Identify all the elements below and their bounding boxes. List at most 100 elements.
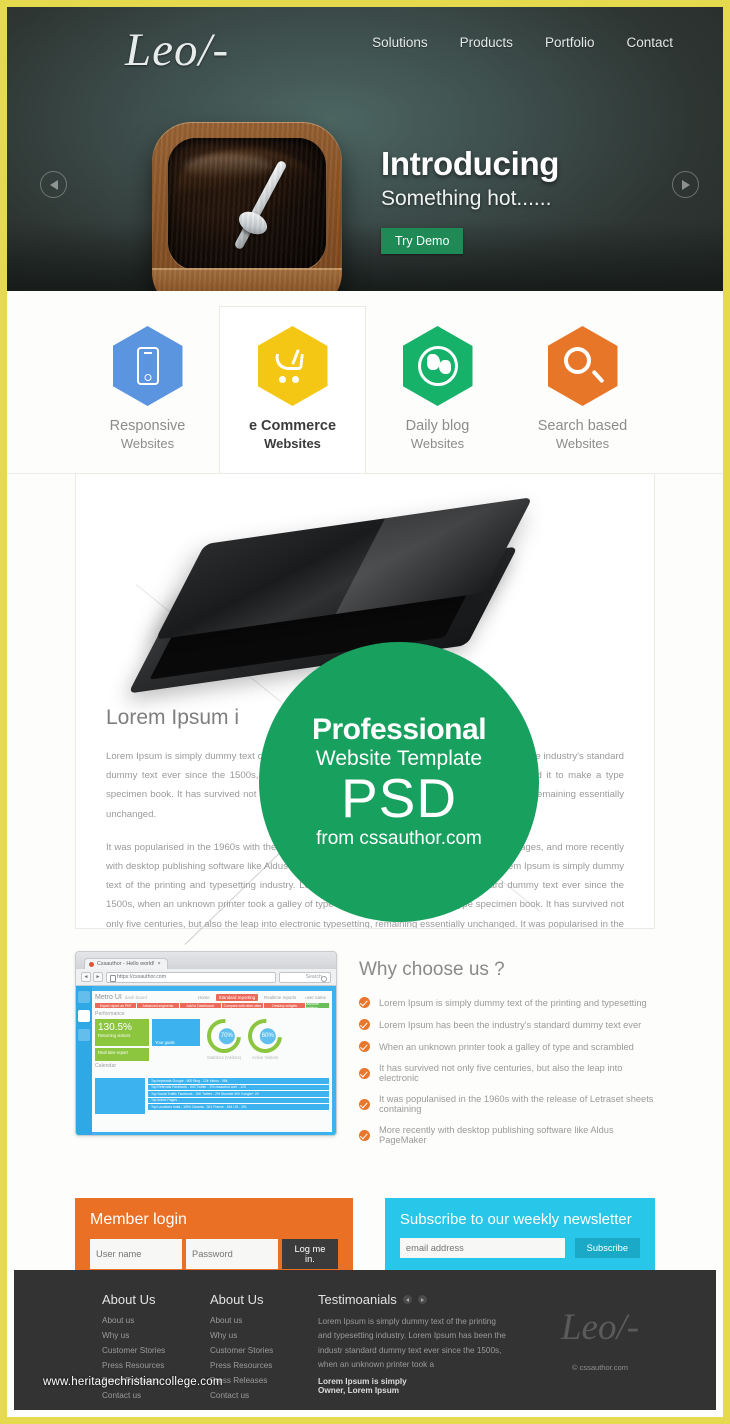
nav-item-portfolio[interactable]: Portfolio: [545, 35, 595, 50]
testimonial-next-icon: [420, 1297, 424, 1302]
psd-line-1: Professional: [311, 712, 487, 746]
stats-row: Top Referrals Facebook - 600 Twitter - 2…: [148, 1084, 329, 1090]
footer-link[interactable]: Why us: [102, 1331, 210, 1340]
browser-search-field[interactable]: Search: [279, 971, 331, 983]
globe-icon: [417, 346, 458, 386]
browser-tab-title: Cssauthor - Hello world!: [97, 961, 155, 967]
goals-card: Your goals: [152, 1019, 200, 1046]
ring2-value: 60%: [259, 1028, 276, 1045]
browser-url-field[interactable]: https://cssauthor.com: [106, 971, 276, 983]
ring2-label: Active Visitors: [251, 1055, 279, 1060]
feature-card-responsive[interactable]: Responsive Websites: [75, 307, 220, 473]
slider-next-button[interactable]: [672, 171, 699, 198]
dashboard-menu-realtime[interactable]: Realtime reports: [261, 994, 299, 1001]
footer-link[interactable]: Press Releases: [210, 1376, 318, 1385]
dashboard-menu-home[interactable]: Home: [195, 994, 213, 1001]
testimonial-prev-button[interactable]: [402, 1295, 412, 1304]
email-input[interactable]: [399, 1238, 565, 1258]
toolbar-item[interactable]: Advanced segments: [137, 1003, 179, 1008]
overlay-watermark-text: www.heritagechristiancollege.com: [43, 1376, 223, 1388]
sidebar-icon-widgets[interactable]: [78, 1029, 90, 1041]
feature-subtitle: Websites: [410, 436, 465, 451]
check-icon: [359, 1098, 370, 1110]
toolbar-item[interactable]: Desktop widgets: [264, 1003, 306, 1008]
footer-link[interactable]: Contact us: [210, 1391, 318, 1400]
footer-link[interactable]: Press Resources: [102, 1361, 210, 1370]
psd-watermark-badge: Professional Website Template PSD from c…: [259, 642, 539, 922]
nav-item-products[interactable]: Products: [460, 35, 513, 50]
sidebar-icon-monitor[interactable]: [78, 1010, 90, 1022]
footer-link[interactable]: Customer Stories: [102, 1346, 210, 1355]
login-button[interactable]: Log me in.: [282, 1239, 338, 1269]
toolbar-item[interactable]: Export report as PDF: [95, 1003, 137, 1008]
footer-link[interactable]: Press Resources: [210, 1361, 318, 1370]
nav-item-contact[interactable]: Contact: [626, 35, 673, 50]
close-icon[interactable]: ×: [158, 961, 161, 967]
check-icon: [359, 1041, 370, 1052]
app-icon-image: [152, 122, 342, 291]
feature-card-blog[interactable]: Daily blog Websites: [365, 307, 510, 473]
calendar-label: Calendar: [95, 1063, 117, 1069]
check-icon: [359, 997, 370, 1008]
metric-value-block: 130.5% Returning visitors: [95, 1019, 149, 1046]
psd-line-3: PSD: [340, 767, 458, 830]
testimonial-author-role: Owner, Lorem Ipsum: [318, 1386, 399, 1396]
username-input[interactable]: [90, 1239, 182, 1269]
stats-row: Top Locations India - 1594 Canada - 301 …: [148, 1104, 329, 1110]
feature-hex-search: [547, 326, 618, 406]
psd-line-4: from cssauthor.com: [316, 828, 482, 850]
toolbar-item[interactable]: Compare with other sites: [221, 1003, 264, 1008]
dashboard-toolbar: Export report as PDF Advanced segments A…: [95, 1002, 330, 1010]
goals-label: Your goals: [155, 1040, 175, 1045]
nav-item-solutions[interactable]: Solutions: [372, 35, 428, 50]
feature-subtitle: Websites: [120, 436, 175, 451]
footer-col2-heading: About Us: [210, 1292, 264, 1307]
footer-link[interactable]: About us: [102, 1316, 210, 1325]
password-input[interactable]: [186, 1239, 278, 1269]
testimonial-next-button[interactable]: [417, 1295, 427, 1304]
feature-hex-responsive: [112, 326, 183, 406]
hero-text: Introducing Something hot...... Try Demo: [381, 145, 560, 255]
subscribe-button[interactable]: Subscribe: [574, 1238, 640, 1258]
dashboard-cards: 130.5% Returning visitors Real time repo…: [95, 1012, 329, 1061]
ring-chart-active: 60% Active Visitors: [241, 1012, 289, 1060]
dashboard-user[interactable]: user name: [302, 994, 329, 1001]
stats-row: Top keywords Google - 600 Bing - 12k Yah…: [148, 1078, 329, 1084]
footer-link[interactable]: Contact us: [102, 1391, 210, 1400]
prev-arrow-icon: [49, 179, 58, 190]
feature-title: Search based: [537, 418, 628, 434]
list-item: More recently with desktop publishing so…: [359, 1125, 655, 1145]
slider-prev-button[interactable]: [40, 171, 67, 198]
browser-nav-buttons: ◄ ►: [81, 972, 103, 982]
feature-card-search[interactable]: Search based Websites: [510, 307, 655, 473]
browser-tab[interactable]: Cssauthor - Hello world! ×: [84, 958, 168, 969]
site-logo[interactable]: Leo/-: [125, 23, 229, 77]
account-settings-button[interactable]: Account settings: [306, 1002, 330, 1010]
feature-hex-blog: [402, 326, 473, 406]
dashboard-header: Metro UI dash board Home Standard report…: [95, 994, 329, 1001]
why-item-text: Lorem Ipsum is simply dummy text of the …: [379, 997, 647, 1008]
list-item: When an unknown printer took a galley of…: [359, 1041, 655, 1052]
why-choose-block: Why choose us ? Lorem Ipsum is simply du…: [359, 951, 655, 1156]
footer-link[interactable]: Why us: [210, 1331, 318, 1340]
feature-card-ecommerce[interactable]: e Commerce Websites: [220, 307, 365, 473]
forward-icon[interactable]: ►: [93, 972, 103, 982]
back-icon[interactable]: ◄: [81, 972, 91, 982]
dashboard-brand-sub: dash board: [124, 995, 147, 1000]
toolbar-item[interactable]: Add to Dashboard: [179, 1003, 221, 1008]
why-list: Lorem Ipsum is simply dummy text of the …: [359, 997, 655, 1145]
footer-column-1: About Us About us Why us Customer Storie…: [102, 1292, 210, 1410]
feature-title: e Commerce: [248, 418, 337, 434]
hero-title: Introducing: [381, 145, 560, 182]
calendar-widget[interactable]: [95, 1078, 145, 1114]
try-demo-button[interactable]: Try Demo: [381, 228, 464, 255]
footer-link[interactable]: Customer Stories: [210, 1346, 318, 1355]
ring1-value: 70%: [218, 1028, 235, 1045]
sidebar-icon-reports[interactable]: [78, 991, 90, 1003]
newsletter-title: Subscribe to our weekly newsletter: [399, 1211, 632, 1228]
footer-copyright: © cssauthor.com: [572, 1363, 628, 1372]
dashboard-menu-standard[interactable]: Standard reporting: [215, 994, 259, 1001]
footer-link[interactable]: About us: [210, 1316, 318, 1325]
cart-icon: [273, 349, 313, 383]
next-arrow-icon: [681, 179, 690, 190]
